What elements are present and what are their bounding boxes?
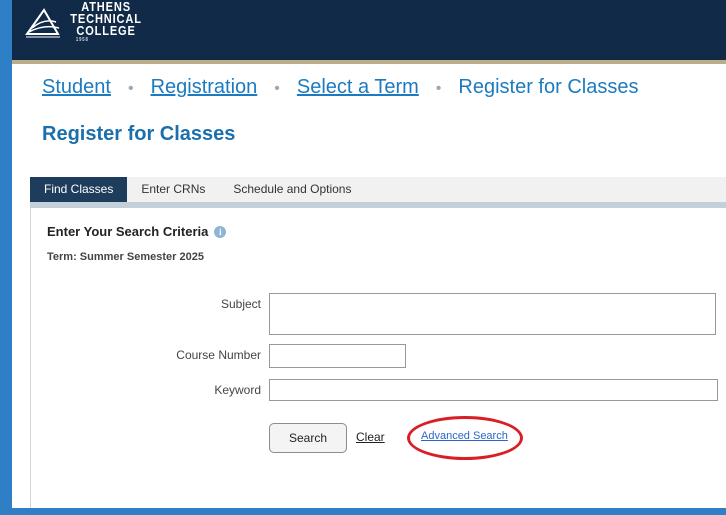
logo-year: 1958 xyxy=(75,37,89,43)
breadcrumb-separator: • xyxy=(274,80,280,97)
breadcrumb-separator: • xyxy=(127,80,134,97)
breadcrumb-select-term[interactable]: Select a Term xyxy=(297,76,419,98)
college-logo-icon xyxy=(25,8,60,38)
criteria-title: Enter Your Search Criteria xyxy=(47,224,209,239)
breadcrumb-student[interactable]: Student xyxy=(42,76,111,98)
breadcrumb-registration[interactable]: Registration xyxy=(151,76,258,98)
advanced-search-link[interactable]: Advanced Search xyxy=(421,430,508,442)
tab-enter-crns[interactable]: Enter CRNs xyxy=(127,177,219,202)
logo-line-3: COLLEGE xyxy=(76,23,136,38)
page-title: Register for Classes xyxy=(42,123,236,145)
subject-input[interactable] xyxy=(269,293,716,335)
college-logo[interactable]: ATHENS TECHNICAL COLLEGE 1958 xyxy=(24,0,148,44)
keyword-input[interactable] xyxy=(269,379,718,401)
breadcrumb-separator: • xyxy=(435,80,442,97)
keyword-label: Keyword xyxy=(214,383,261,397)
breadcrumb-current: Register for Classes xyxy=(458,76,639,98)
breadcrumb: Student • Registration • Select a Term • Regis… xyxy=(42,76,638,99)
tab-bar: Find Classes Enter CRNs Schedule and Opt… xyxy=(30,177,726,202)
search-panel: Enter Your Search Criteria i Term: Summer… xyxy=(30,208,726,508)
criteria-heading: Enter Your Search Criteria i xyxy=(47,224,227,239)
logo-wordmark: ATHENS TECHNICAL COLLEGE 1958 xyxy=(64,0,148,43)
info-icon[interactable]: i xyxy=(214,226,227,238)
search-button[interactable]: Search xyxy=(269,423,347,453)
course-number-label: Course Number xyxy=(176,348,261,362)
header-bar: ATHENS TECHNICAL COLLEGE 1958 xyxy=(12,0,726,60)
course-number-input[interactable] xyxy=(269,344,406,368)
page-frame: ATHENS TECHNICAL COLLEGE 1958 Student • Re… xyxy=(12,0,726,508)
tab-schedule-options[interactable]: Schedule and Options xyxy=(219,177,365,202)
term-label: Term: Summer Semester 2025 xyxy=(47,251,204,263)
subject-label: Subject xyxy=(220,297,261,311)
header-accent-line xyxy=(12,60,726,64)
tab-find-classes[interactable]: Find Classes xyxy=(30,177,128,202)
clear-link[interactable]: Clear xyxy=(356,430,385,444)
